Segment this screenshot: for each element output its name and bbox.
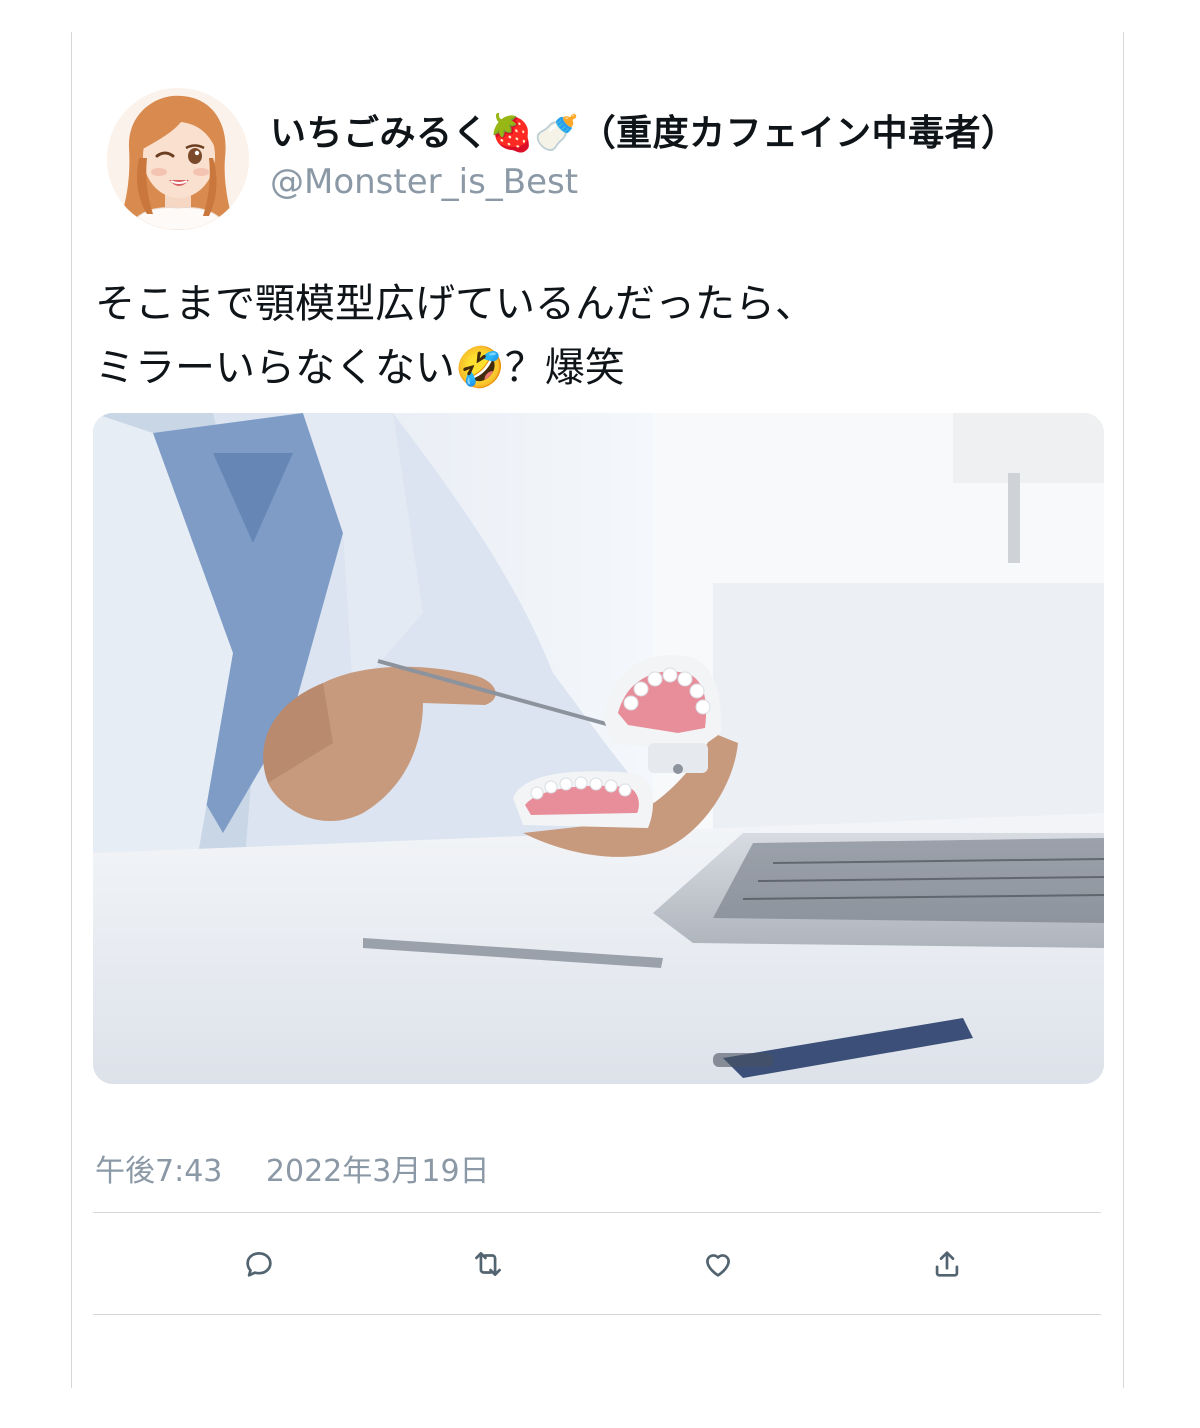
display-name[interactable]: いちごみるく🍓🍼（重度カフェイン中毒者） xyxy=(270,104,1018,156)
divider xyxy=(93,1314,1101,1315)
tweet-time: 午後7:43 xyxy=(95,1154,223,1189)
retweet-icon xyxy=(475,1252,501,1276)
tweet-text-line: そこまで顎模型広げているんだったら、 xyxy=(95,281,815,327)
timestamp[interactable]: 午後7:43 2022年3月19日 xyxy=(95,1146,490,1190)
tweet-text-line: ミラーいらなくない🤣？爆笑 xyxy=(95,345,625,391)
share-icon xyxy=(935,1251,959,1277)
share-button[interactable] xyxy=(923,1240,971,1288)
retweet-button[interactable] xyxy=(464,1240,512,1288)
tweet-text: そこまで顎模型広げているんだったら、 ミラーいらなくない🤣？爆笑 xyxy=(95,272,1105,400)
user-handle[interactable]: @Monster_is_Best xyxy=(270,162,578,202)
dentist-photo-illustration xyxy=(93,413,1104,1084)
avatar[interactable] xyxy=(107,88,249,230)
divider xyxy=(93,1212,1101,1213)
tweet-date: 2022年3月19日 xyxy=(265,1154,490,1189)
avatar-illustration xyxy=(107,88,249,230)
like-button[interactable] xyxy=(694,1240,742,1288)
reply-button[interactable] xyxy=(235,1240,283,1288)
reply-icon xyxy=(246,1252,272,1277)
tweet-photo[interactable] xyxy=(93,413,1104,1084)
like-icon xyxy=(706,1254,730,1277)
